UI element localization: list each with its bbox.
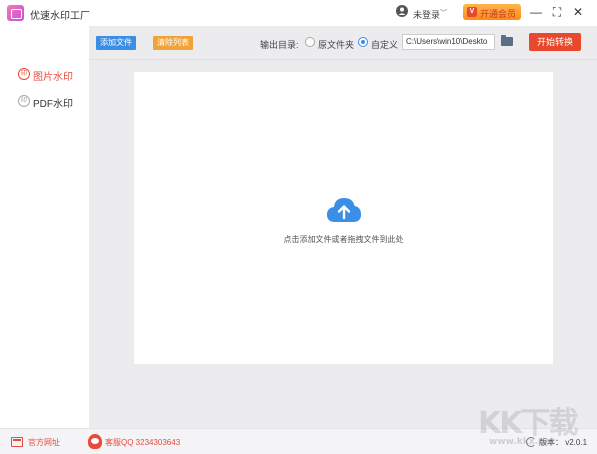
- stamp-icon: 印: [18, 68, 30, 80]
- site-watermark-url: www.kkx.net: [489, 437, 555, 447]
- sidebar-item-label: PDF水印: [33, 99, 73, 110]
- sidebar-item-label: 图片水印: [33, 72, 73, 83]
- add-file-button[interactable]: 添加文件: [96, 36, 136, 50]
- folder-icon[interactable]: [501, 35, 513, 46]
- app-title: 优速水印工厂: [30, 11, 90, 22]
- chevron-down-icon[interactable]: ﹀: [440, 8, 447, 18]
- vip-icon: V: [467, 7, 477, 17]
- open-vip-button[interactable]: V 开通会员: [463, 4, 521, 20]
- user-icon[interactable]: [396, 5, 408, 17]
- output-path-field[interactable]: C:\Users\win10\Deskto: [402, 34, 495, 50]
- radio-original-folder[interactable]: [305, 37, 315, 47]
- vip-label: 开通会员: [480, 9, 517, 19]
- radio-original-folder-label[interactable]: 原文件夹: [318, 38, 354, 51]
- cloud-upload-icon[interactable]: [326, 196, 362, 224]
- drop-hint: 点击添加文件或者拖拽文件到此处: [283, 235, 404, 244]
- support-qq-link[interactable]: 客服QQ 3234303643: [105, 437, 180, 448]
- site-watermark-logo: KK下载: [478, 406, 578, 441]
- maximize-button[interactable]: ⛶: [549, 4, 565, 20]
- stamp-icon: 印: [18, 95, 30, 107]
- clear-list-button[interactable]: 清除列表: [153, 36, 193, 50]
- radio-custom-folder[interactable]: [358, 37, 368, 47]
- close-button[interactable]: ✕: [570, 4, 586, 20]
- start-convert-button[interactable]: 开始转换: [529, 33, 581, 51]
- output-dir-label: 输出目录:: [260, 40, 299, 50]
- toolbar: 添加文件 清除列表 输出目录: 原文件夹 自定义 C:\Users\win10\…: [89, 26, 597, 60]
- minimize-button[interactable]: —: [528, 4, 544, 20]
- login-status[interactable]: 未登录: [413, 8, 440, 21]
- qq-icon[interactable]: [88, 434, 102, 449]
- official-site-link[interactable]: 官方网址: [28, 437, 60, 448]
- website-icon[interactable]: [11, 437, 23, 447]
- file-drop-zone[interactable]: 点击添加文件或者拖拽文件到此处: [134, 72, 553, 364]
- app-logo-icon: [7, 5, 24, 21]
- sidebar: 印 图片水印 印 PDF水印: [0, 26, 89, 428]
- radio-custom-folder-label[interactable]: 自定义: [371, 38, 398, 51]
- title-bar: 优速水印工厂 未登录 ﹀ V 开通会员 — ⛶ ✕: [0, 0, 597, 26]
